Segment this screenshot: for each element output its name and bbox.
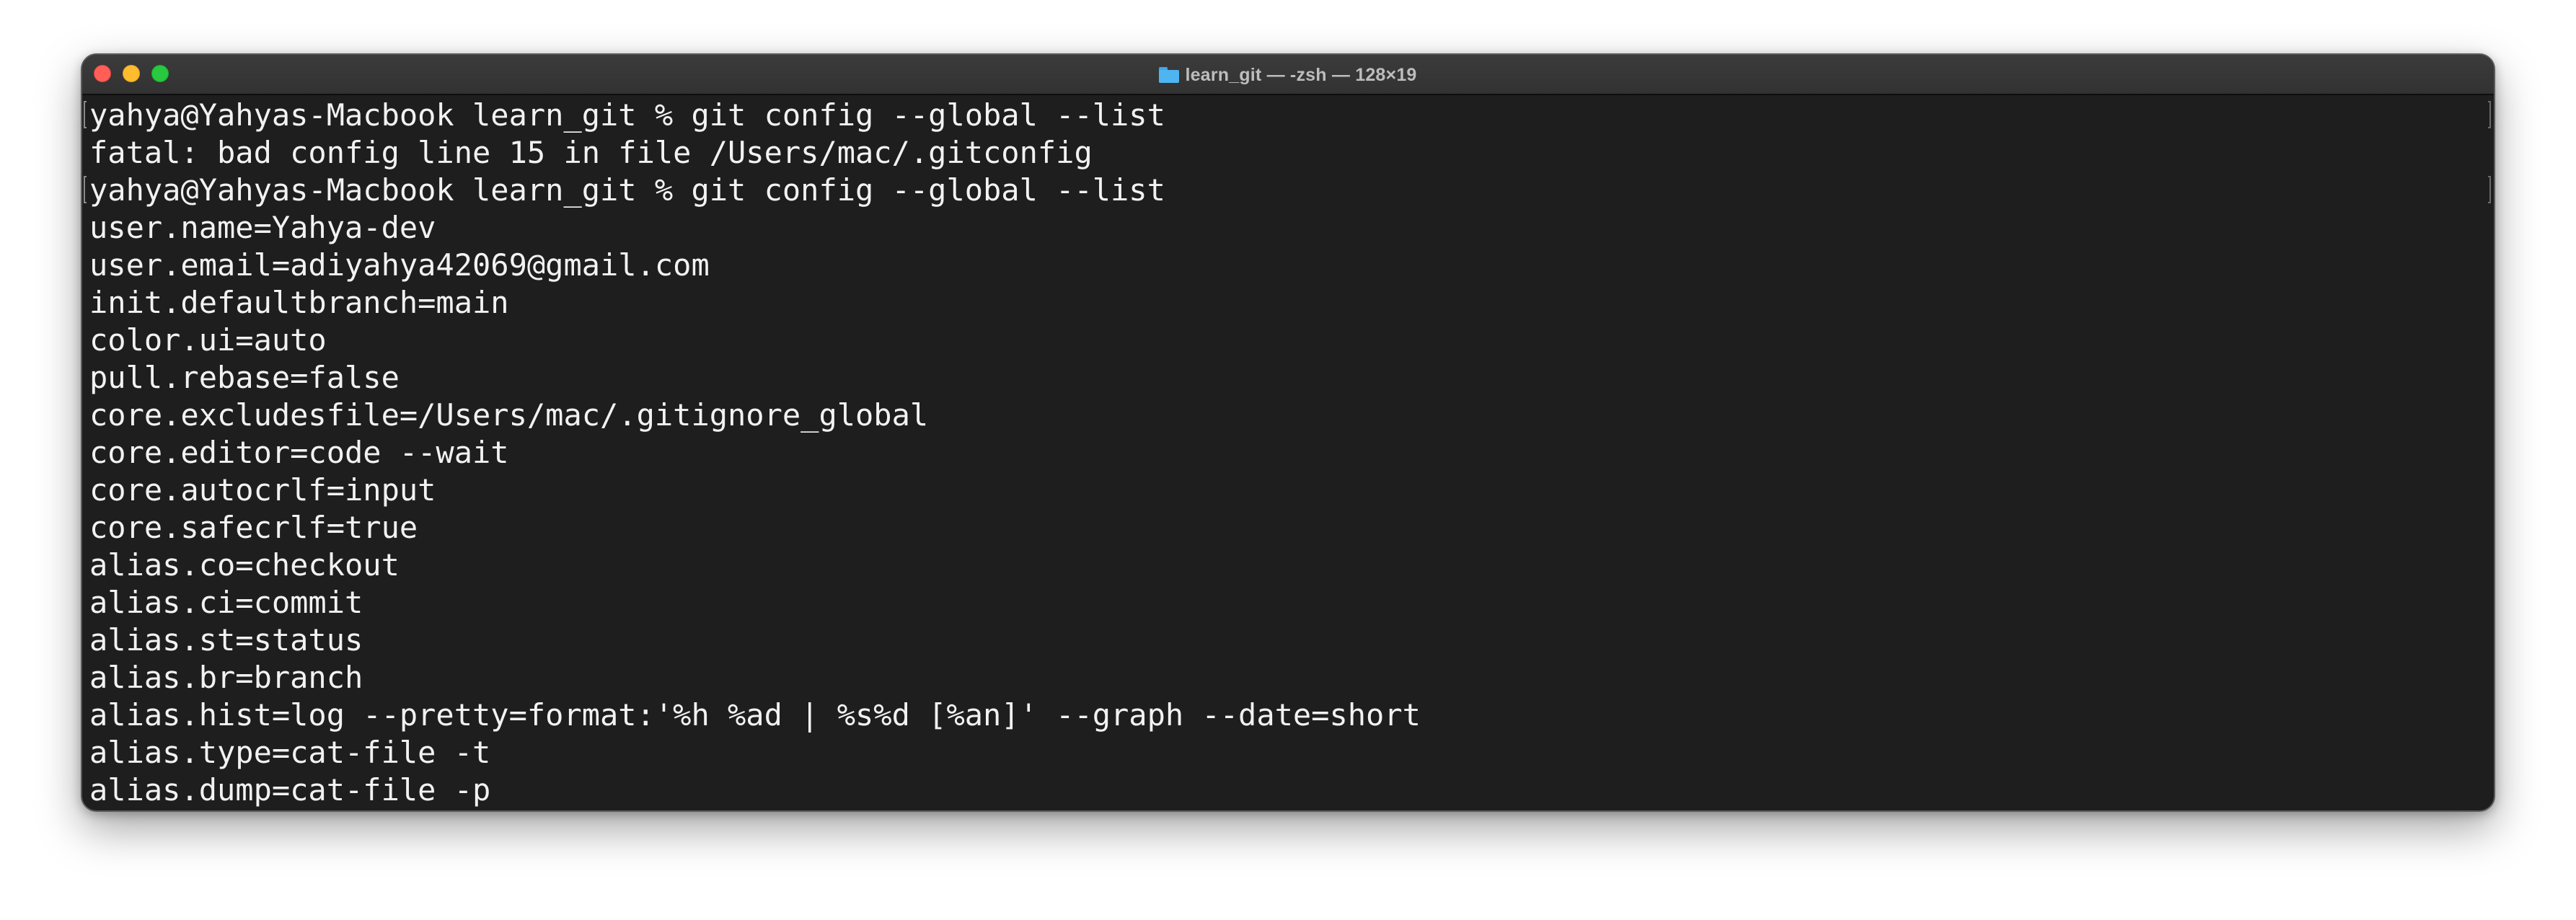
window-title-group: learn_git — -zsh — 128×19 [82, 55, 2494, 95]
terminal-line: core.safecrlf=true [89, 510, 418, 545]
terminal-line: alias.type=cat-file -t [89, 735, 491, 770]
window-title: learn_git — -zsh — 128×19 [1185, 64, 1417, 85]
terminal-line: core.excludesfile=/Users/mac/.gitignore_… [89, 397, 929, 433]
terminal-line: alias.br=branch [89, 660, 363, 695]
terminal-line: pull.rebase=false [89, 360, 400, 395]
terminal-line: yahya@Yahyas-Macbook learn_git % git con… [84, 172, 2494, 209]
terminal-line: alias.co=checkout [89, 547, 400, 583]
terminal-line: fatal: bad config line 15 in file /Users… [89, 135, 1093, 170]
terminal-window: learn_git — -zsh — 128×19 yahya@Yahyas-M… [81, 53, 2495, 812]
title-bar[interactable]: learn_git — -zsh — 128×19 [82, 55, 2494, 95]
terminal-line: core.autocrlf=input [89, 472, 436, 508]
terminal-line: core.editor=code --wait [89, 435, 509, 470]
terminal-line: user.email=adiyahya42069@gmail.com [89, 247, 710, 283]
terminal-line: alias.hist=log --pretty=format:'%h %ad |… [89, 697, 1421, 733]
terminal-line: alias.dump=cat-file -p [89, 772, 491, 808]
terminal-line: init.defaultbranch=main [89, 285, 509, 320]
terminal-line: alias.ci=commit [89, 585, 363, 620]
terminal-line: yahya@Yahyas-Macbook learn_git % git con… [84, 97, 2494, 134]
terminal-line: user.name=Yahya-dev [89, 210, 436, 245]
terminal-line: color.ui=auto [89, 322, 327, 358]
terminal-output[interactable]: yahya@Yahyas-Macbook learn_git % git con… [82, 95, 2494, 810]
folder-icon [1159, 67, 1180, 83]
terminal-line: alias.st=status [89, 622, 363, 658]
